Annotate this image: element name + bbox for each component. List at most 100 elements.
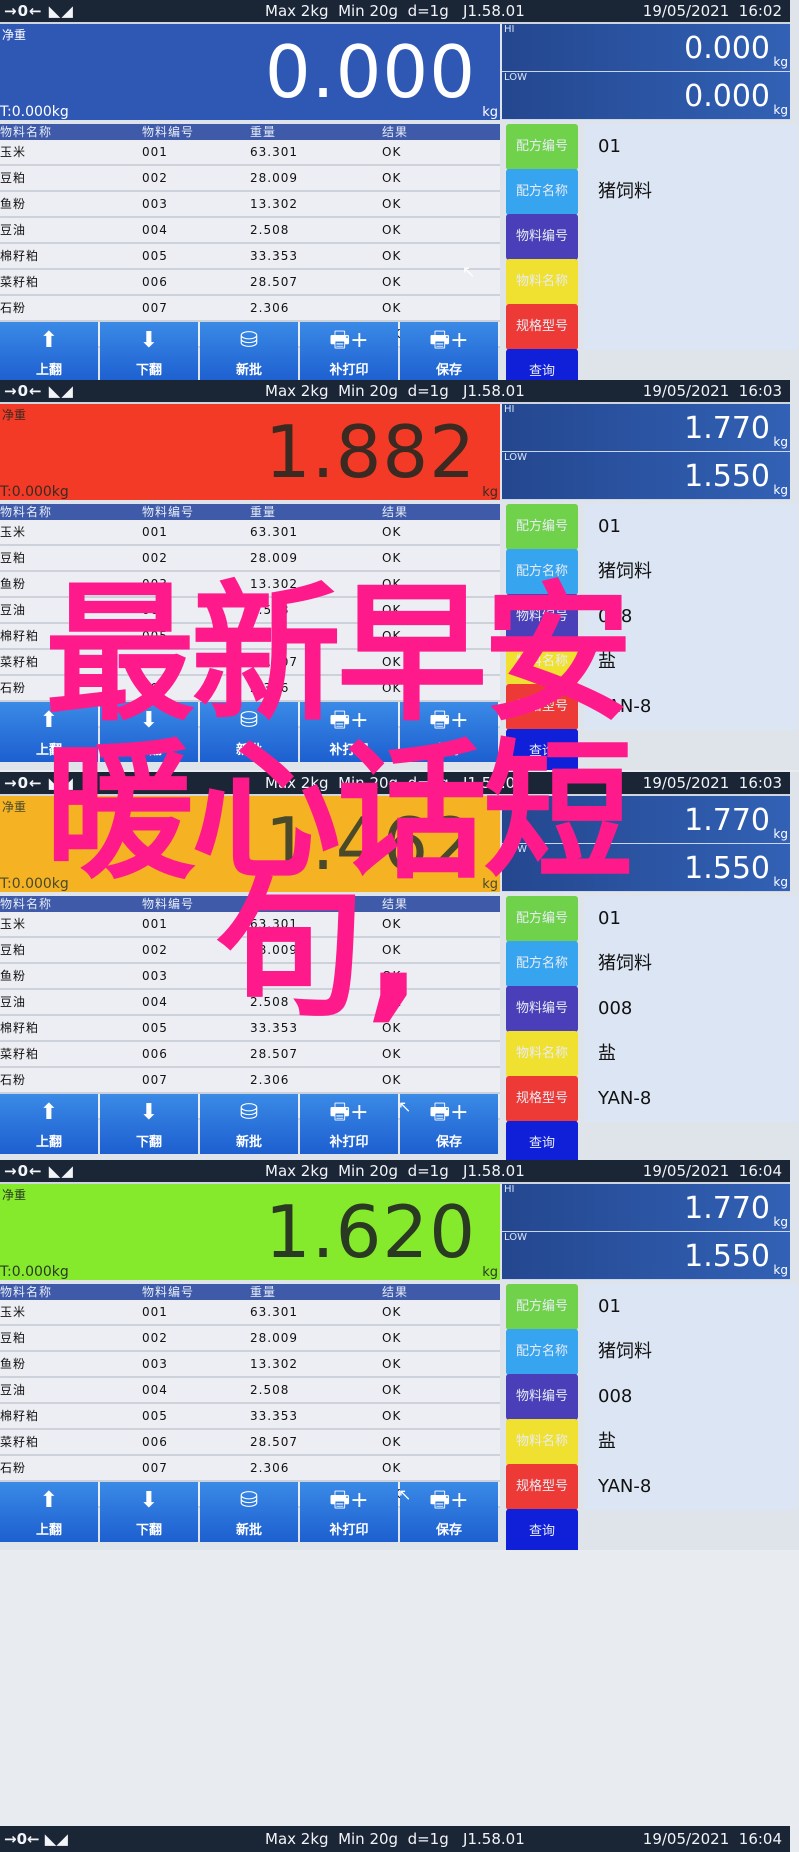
toolbar-button-4[interactable]: 🖶+ 保存 xyxy=(400,322,498,382)
toolbar-button-4[interactable]: 🖶+ 保存 xyxy=(400,1094,498,1154)
material-name-field[interactable]: 盐 xyxy=(584,1031,798,1077)
material-code-button[interactable]: 物料编号 xyxy=(506,214,578,260)
material-code-button[interactable]: 物料编号 xyxy=(506,594,578,640)
low-limit[interactable]: LOW 1.550 kg xyxy=(502,844,790,892)
recipe-name-button[interactable]: 配方名称 xyxy=(506,549,578,595)
table-row[interactable]: 鱼粉 003 13.302 OK xyxy=(0,572,500,598)
recipe-name-field[interactable]: 猪饲料 xyxy=(584,941,798,987)
recipe-code-button[interactable]: 配方编号 xyxy=(506,504,578,550)
material-name-button[interactable]: 物料名称 xyxy=(506,1419,578,1465)
spec-model-field[interactable]: YAN-8 xyxy=(584,684,798,730)
recipe-code-field[interactable]: 01 xyxy=(584,896,798,942)
table-row[interactable]: 棉籽粕 005 33.353 OK xyxy=(0,1404,500,1430)
hi-limit[interactable]: HI 1.770 kg xyxy=(502,404,790,452)
spec-model-button[interactable]: 规格型号 xyxy=(506,684,578,730)
toolbar-button-2[interactable]: ⛁ 新批 xyxy=(200,322,298,382)
recipe-name-field[interactable]: 猪饲料 xyxy=(584,1329,798,1375)
material-name-field[interactable] xyxy=(584,259,798,305)
recipe-code-button[interactable]: 配方编号 xyxy=(506,896,578,942)
toolbar-button-2[interactable]: ⛁ 新批 xyxy=(200,1482,298,1542)
recipe-code-field[interactable]: 01 xyxy=(584,124,798,170)
recipe-name-field[interactable]: 猪饲料 xyxy=(584,169,798,215)
material-code-field[interactable] xyxy=(584,214,798,260)
toolbar-button-2[interactable]: ⛁ 新批 xyxy=(200,1094,298,1154)
low-limit[interactable]: LOW 1.550 kg xyxy=(502,452,790,500)
spec-model-field[interactable]: YAN-8 xyxy=(584,1464,798,1510)
material-name-field[interactable]: 盐 xyxy=(584,1419,798,1465)
toolbar-button-3[interactable]: 🖶+ 补打印 xyxy=(300,1094,398,1154)
table-row[interactable]: 鱼粉 003 13.302 OK xyxy=(0,964,500,990)
query-button[interactable]: 查询 xyxy=(506,729,578,770)
table-row[interactable]: 玉米 001 63.301 OK xyxy=(0,140,500,166)
table-row[interactable]: 玉米 001 63.301 OK xyxy=(0,912,500,938)
hi-limit[interactable]: HI 0.000 kg xyxy=(502,24,790,72)
table-row[interactable]: 石粉 007 2.306 OK xyxy=(0,296,500,322)
toolbar-button-0[interactable]: ⬆ 上翻 xyxy=(0,1094,98,1154)
table-row[interactable]: 豆油 004 2.508 OK xyxy=(0,1378,500,1404)
material-code-field[interactable]: 008 xyxy=(584,594,798,640)
material-name-button[interactable]: 物料名称 xyxy=(506,259,578,305)
table-row[interactable]: 豆粕 002 28.009 OK xyxy=(0,1326,500,1352)
weight-value: 13.302 xyxy=(250,1357,298,1371)
table-row[interactable]: 鱼粉 003 13.302 OK xyxy=(0,192,500,218)
query-button[interactable]: 查询 xyxy=(506,1509,578,1550)
spec-model-button[interactable]: 规格型号 xyxy=(506,1076,578,1122)
toolbar-button-4[interactable]: 🖶+ 保存 xyxy=(400,702,498,762)
table-row[interactable]: 棉籽粕 005 33.353 OK xyxy=(0,244,500,270)
toolbar-button-1[interactable]: ⬇ 下翻 xyxy=(100,322,198,382)
material-name-field[interactable]: 盐 xyxy=(584,639,798,685)
table-row[interactable]: 菜籽粕 006 28.507 OK xyxy=(0,1042,500,1068)
table-row[interactable]: 菜籽粕 006 28.507 OK xyxy=(0,1430,500,1456)
table-row[interactable]: 豆粕 002 28.009 OK xyxy=(0,166,500,192)
material-code-button[interactable]: 物料编号 xyxy=(506,1374,578,1420)
toolbar-button-3[interactable]: 🖶+ 补打印 xyxy=(300,1482,398,1542)
recipe-name-button[interactable]: 配方名称 xyxy=(506,1329,578,1375)
table-row[interactable]: 豆油 004 2.508 OK xyxy=(0,218,500,244)
spec-model-field[interactable]: YAN-8 xyxy=(584,1076,798,1122)
toolbar-button-3[interactable]: 🖶+ 补打印 xyxy=(300,702,398,762)
toolbar-button-3[interactable]: 🖶+ 补打印 xyxy=(300,322,398,382)
toolbar-button-1[interactable]: ⬇ 下翻 xyxy=(100,1482,198,1542)
table-row[interactable]: 豆粕 002 28.009 OK xyxy=(0,938,500,964)
recipe-name-field[interactable]: 猪饲料 xyxy=(584,549,798,595)
toolbar-button-2[interactable]: ⛁ 新批 xyxy=(200,702,298,762)
table-row[interactable]: 豆油 004 2.508 OK xyxy=(0,990,500,1016)
spec-model-button[interactable]: 规格型号 xyxy=(506,1464,578,1510)
table-row[interactable]: 石粉 007 2.306 OK xyxy=(0,1068,500,1094)
table-row[interactable]: 石粉 007 2.306 OK xyxy=(0,1456,500,1482)
low-limit[interactable]: LOW 1.550 kg xyxy=(502,1232,790,1280)
table-row[interactable]: 菜籽粕 006 28.507 OK xyxy=(0,270,500,296)
material-name-button[interactable]: 物料名称 xyxy=(506,639,578,685)
table-row[interactable]: 菜籽粕 006 28.507 OK xyxy=(0,650,500,676)
material-code-field[interactable]: 008 xyxy=(584,986,798,1032)
hi-limit[interactable]: HI 1.770 kg xyxy=(502,1184,790,1232)
table-row[interactable]: 豆油 004 2.508 OK xyxy=(0,598,500,624)
recipe-code-button[interactable]: 配方编号 xyxy=(506,124,578,170)
toolbar-button-1[interactable]: ⬇ 下翻 xyxy=(100,1094,198,1154)
spec-model-button[interactable]: 规格型号 xyxy=(506,304,578,350)
table-row[interactable]: 鱼粉 003 13.302 OK xyxy=(0,1352,500,1378)
toolbar-button-0[interactable]: ⬆ 上翻 xyxy=(0,1482,98,1542)
toolbar-button-0[interactable]: ⬆ 上翻 xyxy=(0,702,98,762)
table-row[interactable]: 棉籽粕 005 33.353 OK xyxy=(0,624,500,650)
recipe-name-button[interactable]: 配方名称 xyxy=(506,941,578,987)
toolbar-button-1[interactable]: ⬇ 下翻 xyxy=(100,702,198,762)
low-limit[interactable]: LOW 0.000 kg xyxy=(502,72,790,120)
toolbar-button-0[interactable]: ⬆ 上翻 xyxy=(0,322,98,382)
material-code-button[interactable]: 物料编号 xyxy=(506,986,578,1032)
recipe-code-button[interactable]: 配方编号 xyxy=(506,1284,578,1330)
material-code-field[interactable]: 008 xyxy=(584,1374,798,1420)
table-row[interactable]: 玉米 001 63.301 OK xyxy=(0,1300,500,1326)
spec-model-field[interactable] xyxy=(584,304,798,350)
table-row[interactable]: 玉米 001 63.301 OK xyxy=(0,520,500,546)
table-row[interactable]: 棉籽粕 005 33.353 OK xyxy=(0,1016,500,1042)
recipe-name-button[interactable]: 配方名称 xyxy=(506,169,578,215)
hi-limit[interactable]: HI 1.770 kg xyxy=(502,796,790,844)
recipe-code-field[interactable]: 01 xyxy=(584,1284,798,1330)
recipe-code-field[interactable]: 01 xyxy=(584,504,798,550)
query-button[interactable]: 查询 xyxy=(506,1121,578,1162)
table-row[interactable]: 石粉 007 2.306 OK xyxy=(0,676,500,702)
table-row[interactable]: 豆粕 002 28.009 OK xyxy=(0,546,500,572)
toolbar-button-4[interactable]: 🖶+ 保存 xyxy=(400,1482,498,1542)
material-name-button[interactable]: 物料名称 xyxy=(506,1031,578,1077)
